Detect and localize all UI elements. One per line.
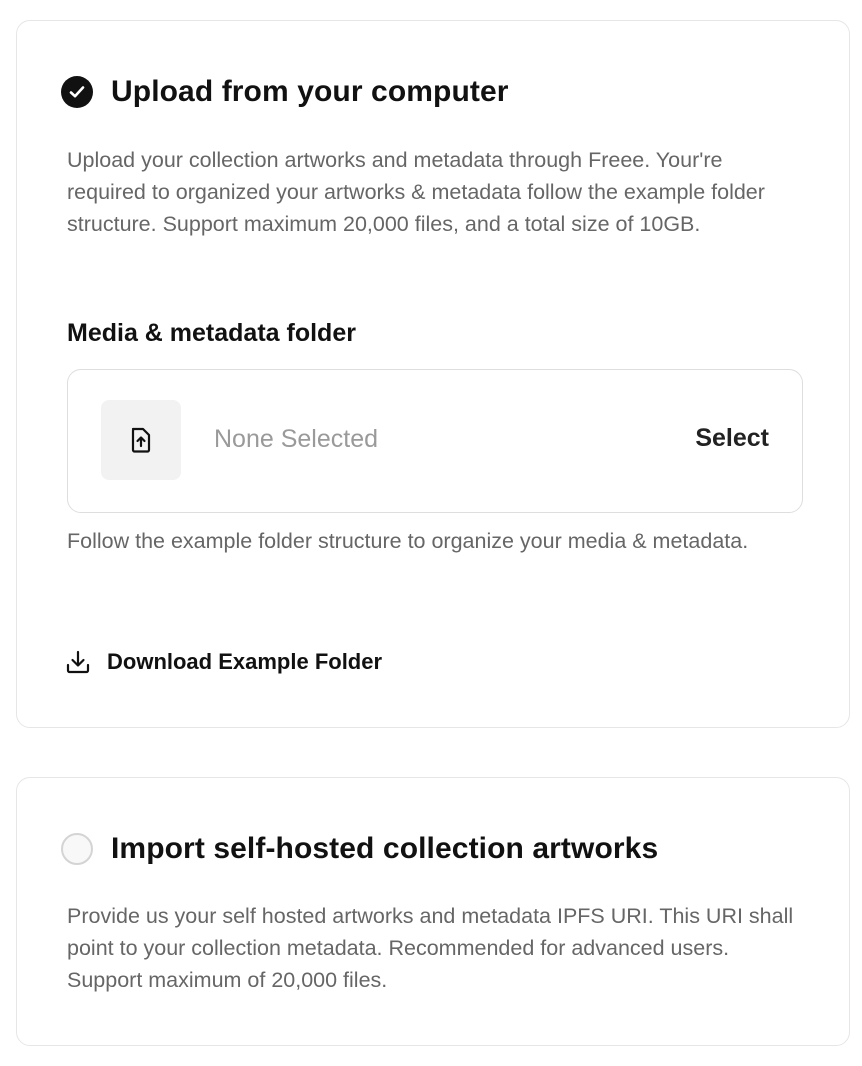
upload-option-card[interactable]: Upload from your computer Upload your co… <box>16 20 850 728</box>
upload-option-header[interactable]: Upload from your computer <box>61 75 509 109</box>
file-upload-icon <box>101 400 181 480</box>
upload-option-title: Upload from your computer <box>111 75 509 108</box>
import-option-title: Import self-hosted collection artworks <box>111 832 659 865</box>
upload-option-radio-checked-icon[interactable] <box>61 76 93 108</box>
folder-section-label: Media & metadata folder <box>67 319 356 347</box>
download-example-folder-link[interactable]: Download Example Folder <box>65 649 382 675</box>
select-folder-button[interactable]: Select <box>695 424 769 453</box>
download-example-folder-label: Download Example Folder <box>107 649 383 674</box>
download-icon <box>65 649 91 675</box>
import-option-card[interactable]: Import self-hosted collection artworks P… <box>16 777 850 1046</box>
folder-helper-text: Follow the example folder structure to o… <box>67 529 749 553</box>
upload-option-description: Upload your collection artworks and meta… <box>67 148 765 236</box>
import-option-description: Provide us your self hosted artworks and… <box>67 904 794 992</box>
import-option-header[interactable]: Import self-hosted collection artworks <box>61 832 658 866</box>
folder-picker[interactable]: None Selected Select <box>67 369 803 513</box>
import-option-radio-unchecked-icon[interactable] <box>61 833 93 865</box>
folder-selection-status: None Selected <box>214 425 379 453</box>
